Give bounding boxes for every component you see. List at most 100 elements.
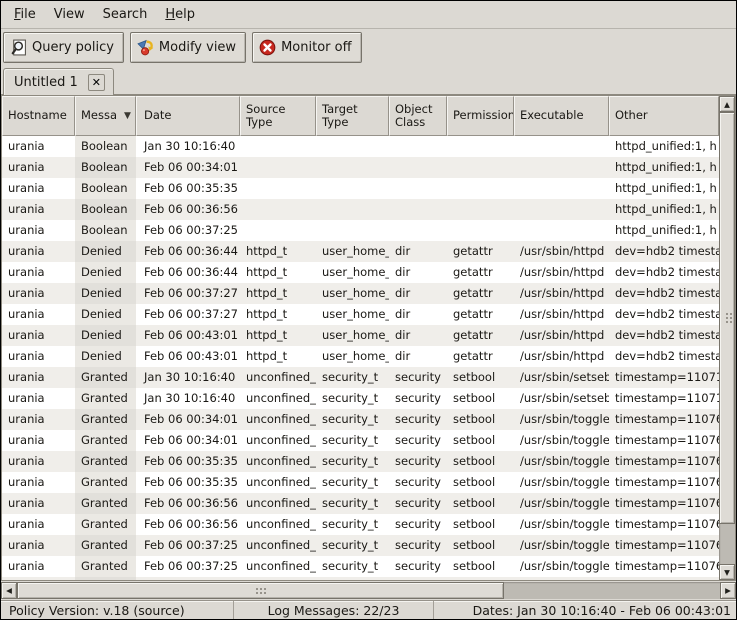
table-row[interactable]: uraniaDeniedFeb 06 00:43:01httpd_tuser_h… bbox=[2, 346, 719, 367]
vertical-scrollbar[interactable]: ▲ ▼ bbox=[719, 96, 735, 580]
tab-close-button[interactable]: ✕ bbox=[88, 74, 105, 91]
table-body: uraniaBooleanJan 30 10:16:40httpd_unifie… bbox=[2, 136, 719, 580]
cell: timestamp=11076 bbox=[609, 514, 719, 535]
table-row[interactable]: uraniaDeniedFeb 06 00:37:27httpd_tuser_h… bbox=[2, 304, 719, 325]
cell: dir bbox=[389, 325, 447, 346]
cell: urania bbox=[2, 136, 75, 157]
cell: /usr/sbin/toggle bbox=[514, 493, 609, 514]
column-header-object-class[interactable]: Object Class bbox=[389, 96, 447, 136]
scroll-right-button[interactable]: ▶ bbox=[720, 582, 736, 599]
scroll-up-button[interactable]: ▲ bbox=[719, 96, 735, 112]
cell: getattr bbox=[447, 346, 514, 367]
cell: urania bbox=[2, 346, 75, 367]
cell bbox=[447, 577, 514, 580]
cell: timestamp=11071 bbox=[609, 388, 719, 409]
table-row[interactable]: uraniaGrantedFeb 06 00:34:01unconfined_s… bbox=[2, 430, 719, 451]
cell bbox=[316, 577, 389, 580]
table-row[interactable]: uraniaGrantedFeb 06 00:35:35unconfined_s… bbox=[2, 451, 719, 472]
table-row[interactable]: uraniaDeniedFeb 06 00:43:01httpd_tuser_h… bbox=[2, 325, 719, 346]
tab-bar: Untitled 1 ✕ bbox=[1, 66, 736, 95]
monitor-off-button[interactable]: Monitor off bbox=[252, 32, 361, 63]
monitor-off-icon bbox=[259, 39, 276, 56]
sort-descending-icon: ▼ bbox=[124, 111, 131, 121]
table-row[interactable]: uraniaDeniedFeb 06 00:36:44httpd_tuser_h… bbox=[2, 241, 719, 262]
horizontal-scrollbar-thumb[interactable] bbox=[17, 582, 504, 599]
column-header-hostname[interactable]: Hostname bbox=[2, 96, 75, 136]
cell: unconfined_ bbox=[240, 430, 316, 451]
horizontal-scrollbar[interactable]: ◀ ▶ bbox=[1, 582, 736, 599]
menu-item-file[interactable]: File bbox=[5, 3, 45, 26]
table-row[interactable]: uraniaGrantedJan 30 10:16:40unconfined_s… bbox=[2, 367, 719, 388]
query-policy-button[interactable]: Query policy bbox=[3, 32, 124, 63]
cell bbox=[316, 178, 389, 199]
cell: /usr/sbin/httpd bbox=[514, 304, 609, 325]
cell: dir bbox=[389, 262, 447, 283]
table-row[interactable]: uraniaBooleanFeb 06 00:36:56httpd_unifie… bbox=[2, 199, 719, 220]
cell: /usr/sbin/toggle bbox=[514, 472, 609, 493]
cell: Feb 06 00:37:27 bbox=[136, 283, 240, 304]
cell: httpd_t bbox=[240, 325, 316, 346]
table-row[interactable]: uraniaGrantedJan 30 10:16:40unconfined_s… bbox=[2, 388, 719, 409]
cell bbox=[75, 577, 136, 580]
table-row[interactable]: uraniaGrantedFeb 06 00:36:56unconfined_s… bbox=[2, 493, 719, 514]
table-row[interactable]: uraniaDeniedFeb 06 00:36:44httpd_tuser_h… bbox=[2, 262, 719, 283]
cell: Boolean bbox=[75, 157, 136, 178]
cell bbox=[514, 220, 609, 241]
cell: getattr bbox=[447, 241, 514, 262]
cell: security bbox=[389, 514, 447, 535]
cell: security bbox=[389, 556, 447, 577]
column-header-permission[interactable]: Permission bbox=[447, 96, 514, 136]
dates-status: Dates: Jan 30 10:16:40 - Feb 06 00:43:01 bbox=[433, 601, 736, 619]
cell bbox=[316, 136, 389, 157]
cell bbox=[389, 178, 447, 199]
cell: /usr/sbin/toggle bbox=[514, 556, 609, 577]
column-header-messa[interactable]: Messa▼ bbox=[75, 96, 136, 136]
table-row[interactable]: uraniaBooleanFeb 06 00:35:35httpd_unifie… bbox=[2, 178, 719, 199]
modify-view-button[interactable]: Modify view bbox=[130, 32, 246, 63]
cell: /usr/sbin/httpd bbox=[514, 241, 609, 262]
cell: user_home_ bbox=[316, 346, 389, 367]
column-header-source-type[interactable]: Source Type bbox=[240, 96, 316, 136]
scroll-down-button[interactable]: ▼ bbox=[719, 564, 735, 580]
scroll-left-button[interactable]: ◀ bbox=[1, 582, 17, 599]
table-row[interactable]: uraniaGrantedFeb 06 00:36:56unconfined_s… bbox=[2, 514, 719, 535]
cell: Jan 30 10:16:40 bbox=[136, 136, 240, 157]
column-header-executable[interactable]: Executable bbox=[514, 96, 609, 136]
table-row[interactable]: uraniaGrantedFeb 06 00:34:01unconfined_s… bbox=[2, 409, 719, 430]
cell: Jan 30 10:16:40 bbox=[136, 367, 240, 388]
vertical-scrollbar-thumb[interactable] bbox=[719, 112, 735, 524]
cell bbox=[316, 157, 389, 178]
scroll-down-icon: ▼ bbox=[724, 568, 730, 577]
cell: Feb 06 00:35:35 bbox=[136, 472, 240, 493]
cell: timestamp=11076 bbox=[609, 409, 719, 430]
cell: Feb 06 00:36:56 bbox=[136, 493, 240, 514]
table-row[interactable]: uraniaGrantedFeb 06 00:35:35unconfined_s… bbox=[2, 472, 719, 493]
menu-item-view[interactable]: View bbox=[45, 3, 94, 26]
table-row[interactable]: uraniaBooleanJan 30 10:16:40httpd_unifie… bbox=[2, 136, 719, 157]
toolbar: Query policy Modify view Monitor off bbox=[1, 29, 736, 66]
table-row[interactable]: uraniaBooleanFeb 06 00:34:01httpd_unifie… bbox=[2, 157, 719, 178]
cell: urania bbox=[2, 556, 75, 577]
column-header-date[interactable]: Date bbox=[136, 96, 240, 136]
app-window: FileViewSearchHelp Query policy Modify v… bbox=[0, 0, 737, 620]
cell: /usr/sbin/setseb bbox=[514, 388, 609, 409]
table-row[interactable]: uraniaDeniedFeb 06 00:37:27httpd_tuser_h… bbox=[2, 283, 719, 304]
column-header-target-type[interactable]: Target Type bbox=[316, 96, 389, 136]
cell: user_home_ bbox=[316, 304, 389, 325]
tab-untitled-1[interactable]: Untitled 1 ✕ bbox=[3, 68, 114, 95]
menu-item-search[interactable]: Search bbox=[94, 3, 157, 26]
column-header-other[interactable]: Other bbox=[609, 96, 719, 136]
cell: Feb 06 00:35:35 bbox=[136, 451, 240, 472]
table-row[interactable]: uraniaBooleanFeb 06 00:37:25httpd_unifie… bbox=[2, 220, 719, 241]
cell: unconfined_ bbox=[240, 388, 316, 409]
cell bbox=[240, 178, 316, 199]
cell: Feb 06 00:34:01 bbox=[136, 409, 240, 430]
table-row[interactable]: uraniaGrantedFeb 06 00:37:25unconfined_s… bbox=[2, 535, 719, 556]
cell: user_home_ bbox=[316, 283, 389, 304]
cell: Boolean bbox=[75, 178, 136, 199]
cell: Feb 06 00:36:44 bbox=[136, 262, 240, 283]
table-row[interactable]: uraniaGrantedFeb 06 00:37:25unconfined_s… bbox=[2, 556, 719, 577]
cell: dev=hdb2 timesta bbox=[609, 346, 719, 367]
menu-item-help[interactable]: Help bbox=[156, 3, 204, 26]
cell: /usr/sbin/toggle bbox=[514, 430, 609, 451]
